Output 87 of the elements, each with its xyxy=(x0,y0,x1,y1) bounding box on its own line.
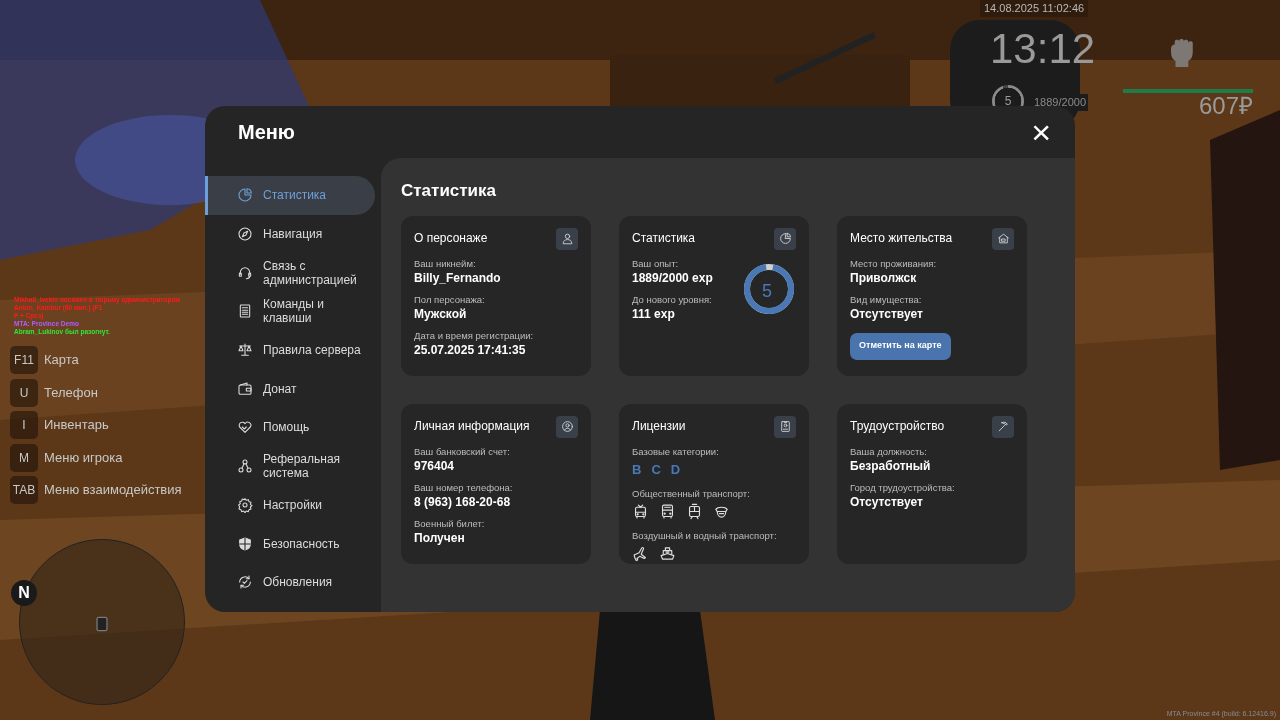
id-card-icon xyxy=(778,420,792,433)
sidebar-item[interactable]: Навигация xyxy=(205,214,375,254)
document-icon xyxy=(237,303,253,320)
field-value: Получен xyxy=(414,529,466,546)
field-label: Дата и время регистрации: xyxy=(414,329,535,342)
field-label: Воздушный и водный транспорт: xyxy=(632,529,778,542)
field-label: Город трудоустройства: xyxy=(850,481,956,494)
key-hint-label: Меню игрока xyxy=(44,448,123,467)
license-category: B xyxy=(632,460,642,479)
compass-icon xyxy=(237,226,253,243)
refresh-icon xyxy=(237,574,253,591)
wallet-icon xyxy=(237,380,253,397)
sidebar-item[interactable]: Команды и клавиши xyxy=(205,292,375,331)
field-label: Базовые категории: xyxy=(632,445,720,458)
field-value: 111 exp xyxy=(632,305,676,322)
trolleybus-icon xyxy=(632,503,649,520)
level-number: 5 xyxy=(762,279,772,303)
card-title: Трудоустройство xyxy=(850,417,945,435)
pie-chart-icon xyxy=(237,187,253,204)
key-hint-label: Карта xyxy=(44,351,79,370)
field-label: Ваш опыт: xyxy=(632,257,680,270)
field-value: Billy_Fernando xyxy=(414,269,502,286)
key-hint-label: Телефон xyxy=(44,383,98,402)
house-icon xyxy=(996,232,1010,245)
key-hint-label: Инвентарь xyxy=(44,416,109,435)
tram-icon xyxy=(686,503,703,520)
sidebar-item[interactable]: Связь с администрацией xyxy=(205,253,375,293)
field-value: Отсутствует xyxy=(850,305,924,322)
field-label: Ваш банковский счет: xyxy=(414,445,511,458)
sidebar-item[interactable]: Помощь xyxy=(205,408,375,447)
sidebar-item[interactable]: Обновления xyxy=(205,562,375,602)
key-badge: TAB xyxy=(10,476,38,504)
field-label: Вид имущества: xyxy=(850,293,923,306)
field-value: Мужской xyxy=(414,305,468,322)
field-label: Место проживания: xyxy=(850,257,938,270)
sidebar-item[interactable]: Настройки xyxy=(205,485,375,525)
field-value: 8 (963) 168-20-68 xyxy=(414,493,512,510)
sidebar-item[interactable]: Правила сервера xyxy=(205,330,375,370)
plane-icon xyxy=(632,545,649,562)
sidebar-item[interactable]: Донат xyxy=(205,369,375,409)
pickaxe-icon xyxy=(996,420,1010,433)
field-value: Отсутствует xyxy=(850,493,924,510)
card-title: О персонаже xyxy=(414,229,488,247)
field-value: Безработный xyxy=(850,457,932,474)
ship-icon xyxy=(659,545,676,562)
sidebar-item[interactable]: Статистика xyxy=(205,176,375,215)
field-label: Ваш номер телефона: xyxy=(414,481,514,494)
sidebar-item[interactable]: Реферальная система xyxy=(205,446,375,486)
card-title: Личная информация xyxy=(414,417,530,435)
network-icon xyxy=(237,458,253,475)
field-value: 25.07.2025 17:41:35 xyxy=(414,341,527,358)
license-category: C xyxy=(651,460,661,479)
field-value: 1889/2000 exp xyxy=(632,269,714,286)
mark-on-map-button[interactable]: Отметить на карте xyxy=(850,332,951,360)
key-badge: F11 xyxy=(10,346,38,374)
card-title: Статистика xyxy=(632,229,696,247)
settings-icon xyxy=(237,496,253,513)
section-title: Статистика xyxy=(401,180,498,202)
field-label: Ваш никнейм: xyxy=(414,257,477,270)
field-label: Ваша должность: xyxy=(850,445,928,458)
user-icon xyxy=(560,232,574,245)
key-hint-label: Меню взаимодействия xyxy=(44,481,182,500)
card-title: Место жительства xyxy=(850,229,953,247)
date-time-text: 14.08.2025 11:02:46 xyxy=(980,0,1089,17)
user-circle-icon xyxy=(560,420,574,433)
bus-icon xyxy=(659,503,676,520)
shield-icon xyxy=(237,535,253,552)
heart-icon xyxy=(237,419,253,436)
license-category: D xyxy=(670,460,681,479)
close-button[interactable]: × xyxy=(1031,115,1051,149)
scales-icon xyxy=(237,342,253,359)
field-value: 976404 xyxy=(414,457,456,474)
field-label: Общественный транспорт: xyxy=(632,487,751,500)
pie-chart-icon xyxy=(778,232,792,245)
headset-icon xyxy=(237,264,253,281)
key-badge: I xyxy=(10,411,38,439)
clock-text: 13:12 xyxy=(990,28,1096,70)
field-label: Военный билет: xyxy=(414,517,486,530)
key-badge: U xyxy=(10,378,38,407)
key-badge: M xyxy=(10,443,38,472)
field-label: До нового уровня: xyxy=(632,293,713,306)
menu-title: Меню xyxy=(238,120,295,145)
field-label: Пол персонажа: xyxy=(414,293,486,306)
money-text: 607₽ xyxy=(1198,94,1253,118)
field-value: Приволжск xyxy=(850,269,918,286)
card-title: Лицензии xyxy=(632,417,686,435)
sidebar-item[interactable]: Безопасность xyxy=(205,524,375,563)
